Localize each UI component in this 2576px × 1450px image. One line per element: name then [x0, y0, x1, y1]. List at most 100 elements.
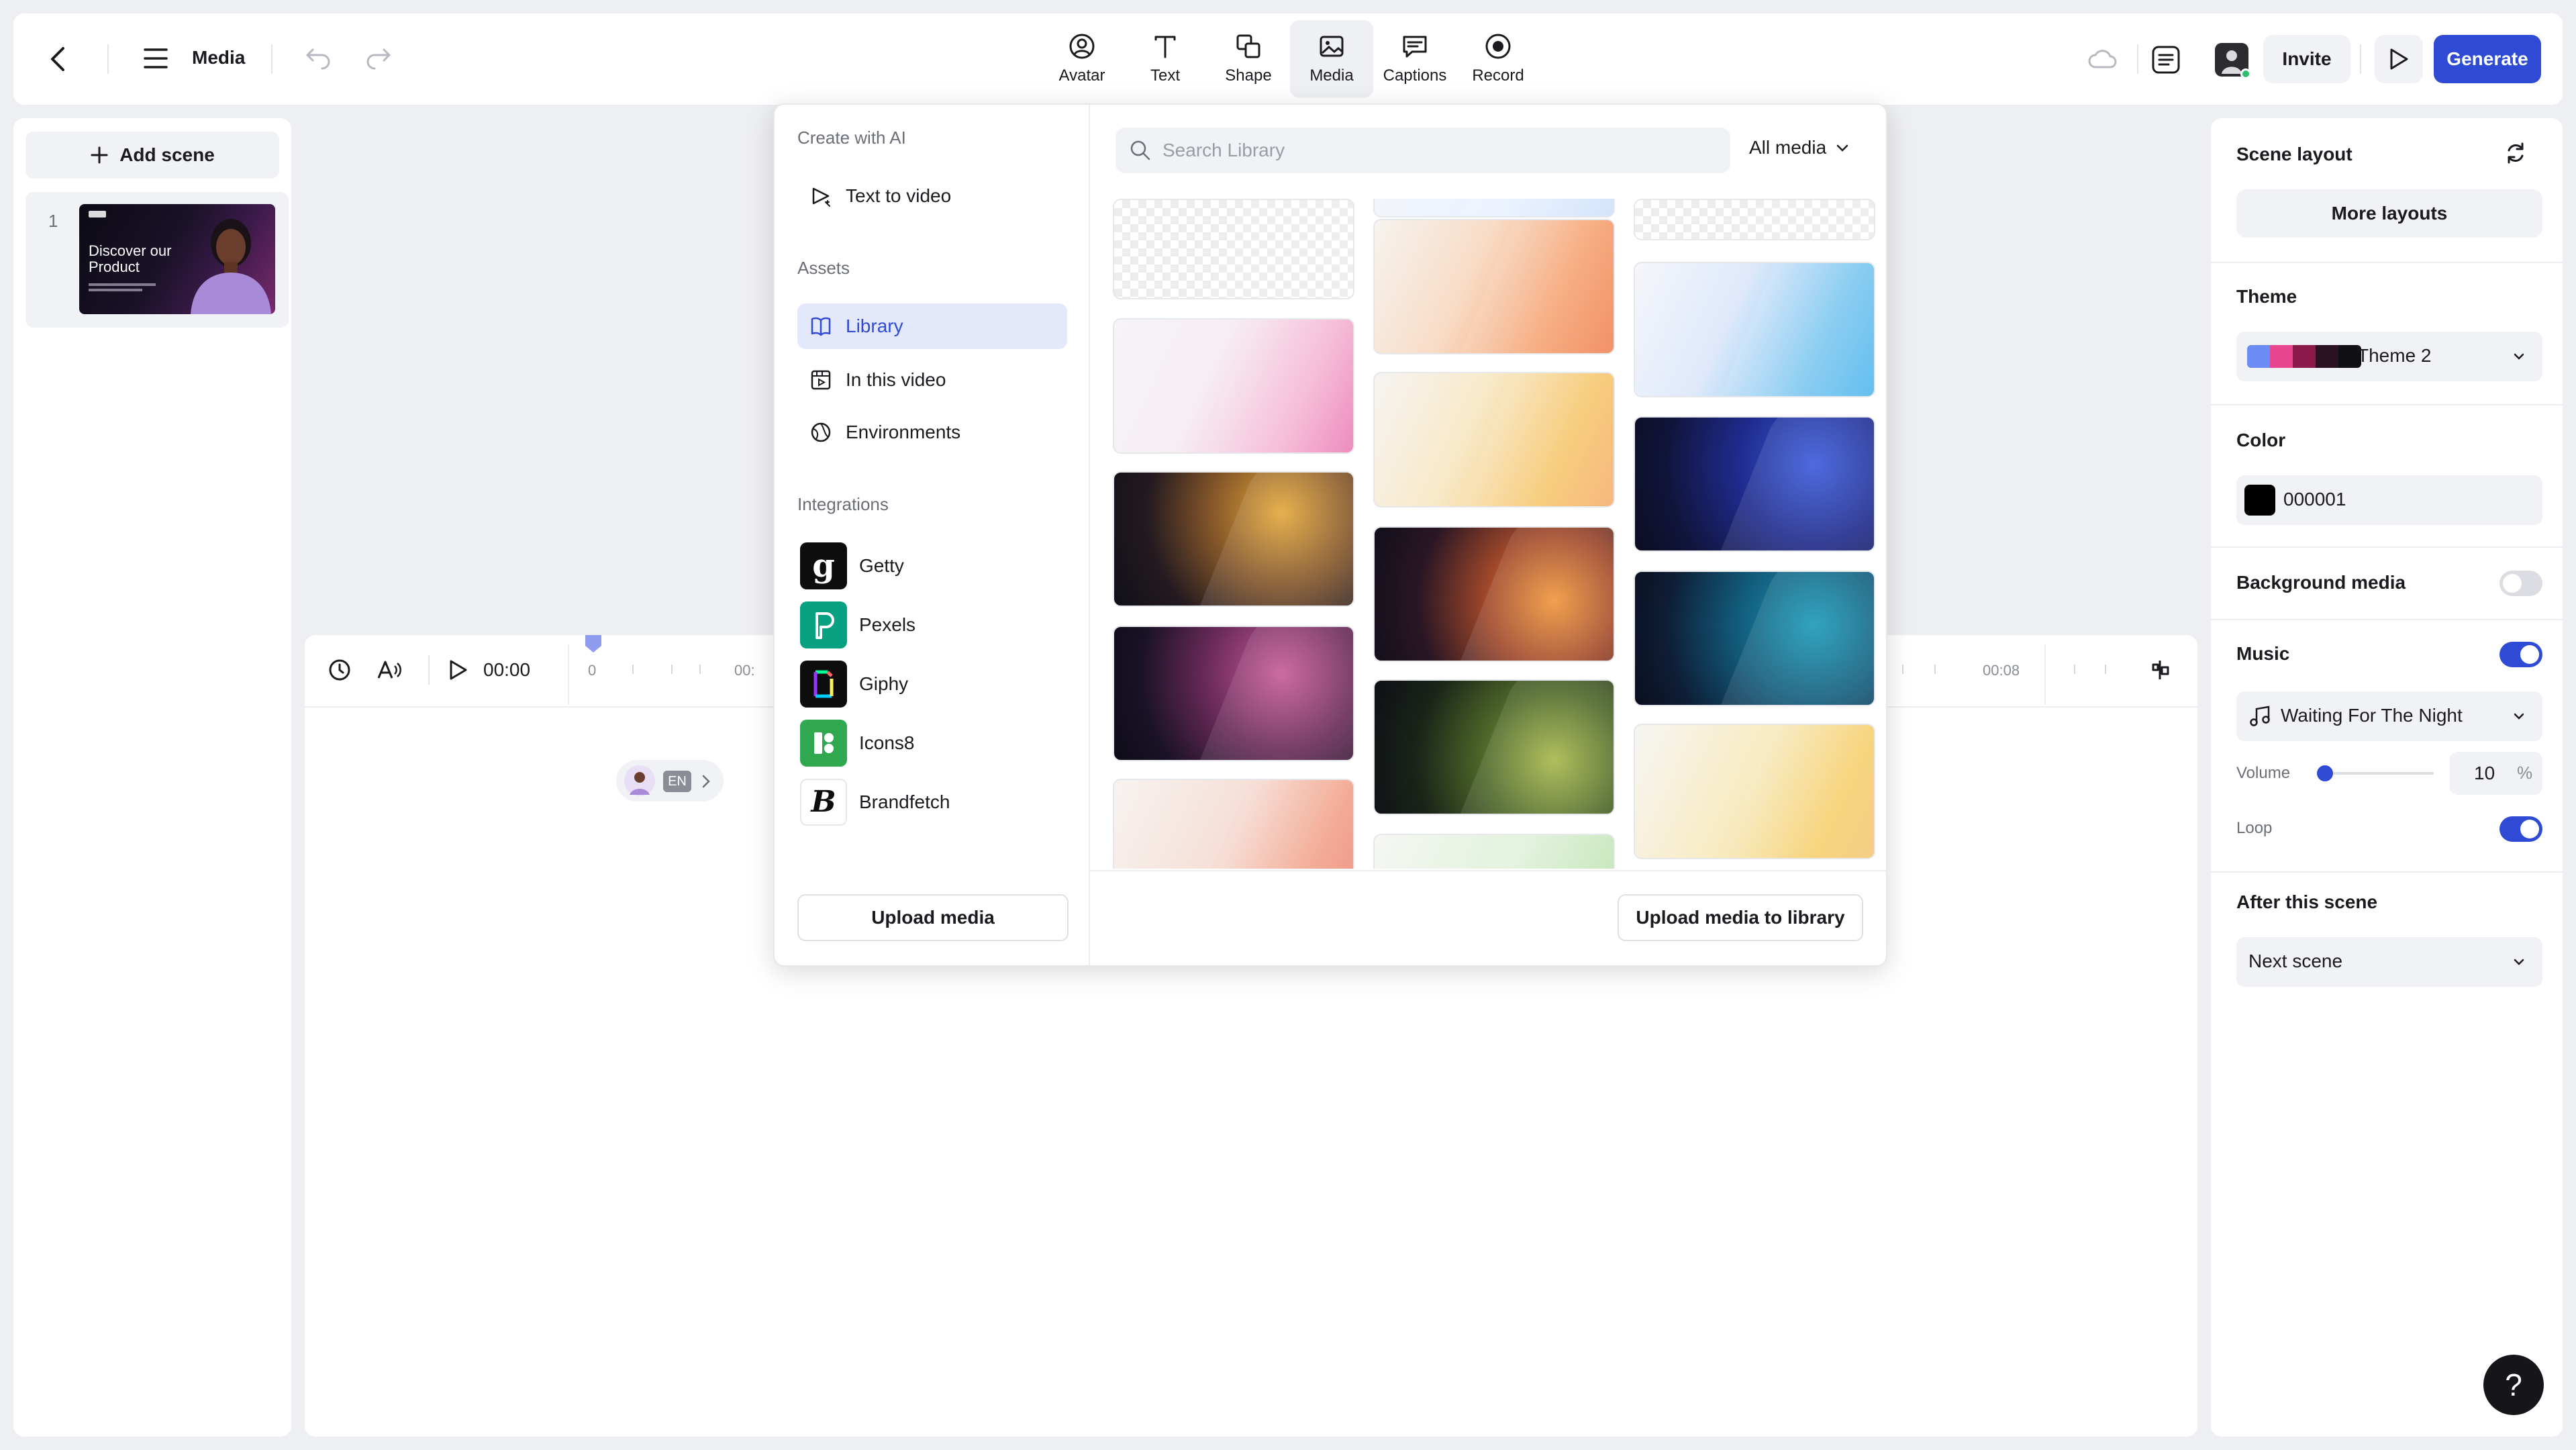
- volume-input[interactable]: 10 %: [2450, 752, 2542, 795]
- media-tile-gradient[interactable]: [1634, 262, 1875, 397]
- volume-label: Volume: [2236, 764, 2291, 782]
- tool-shape[interactable]: Shape: [1207, 20, 1290, 98]
- after-scene-select[interactable]: Next scene: [2236, 937, 2542, 987]
- media-tile-gradient[interactable]: [1373, 372, 1615, 508]
- volume-value: 10: [2474, 763, 2495, 783]
- language-badge: EN: [663, 771, 691, 792]
- music-track-select[interactable]: Waiting For The Night: [2236, 691, 2542, 741]
- tool-media[interactable]: Media: [1290, 20, 1373, 98]
- add-scene-button[interactable]: Add scene: [26, 132, 279, 179]
- integration-giphy[interactable]: Giphy: [800, 661, 908, 708]
- integration-icons8[interactable]: Icons8: [800, 720, 915, 767]
- media-tile-gradient[interactable]: [1373, 526, 1615, 662]
- upload-media-button[interactable]: Upload media: [797, 894, 1069, 941]
- chevron-right-icon: [702, 775, 710, 788]
- menu-icon[interactable]: [142, 47, 169, 70]
- tool-text[interactable]: Text: [1124, 20, 1207, 98]
- upload-to-library-button[interactable]: Upload media to library: [1618, 894, 1863, 941]
- color-input[interactable]: 000001: [2236, 475, 2542, 525]
- more-layouts-button[interactable]: More layouts: [2236, 189, 2542, 238]
- loop-toggle[interactable]: [2499, 816, 2542, 842]
- redo-icon[interactable]: [365, 46, 392, 70]
- create-ai-section-label: Create with AI: [797, 128, 906, 148]
- media-tile-gradient[interactable]: [1373, 834, 1615, 869]
- dropdown-divider: [1089, 105, 1090, 965]
- media-tile-gradient[interactable]: [1634, 571, 1875, 706]
- pexels-label: Pexels: [859, 614, 916, 635]
- loop-label: Loop: [2236, 819, 2273, 837]
- tool-label: Media: [1309, 66, 1354, 85]
- assets-environments-item[interactable]: Environments: [797, 409, 1067, 455]
- playhead-handle[interactable]: [584, 634, 603, 654]
- assets-library-item[interactable]: Library: [797, 303, 1067, 349]
- tick: [671, 665, 673, 674]
- chevron-down-icon: [1836, 144, 1848, 152]
- media-tile-gradient[interactable]: [1373, 679, 1615, 815]
- film-icon: [811, 370, 831, 390]
- divider: [2360, 44, 2361, 74]
- media-filter-dropdown[interactable]: All media: [1749, 137, 1849, 158]
- text-to-video-item[interactable]: Text to video: [797, 173, 1067, 219]
- integration-pexels[interactable]: Pexels: [800, 601, 915, 648]
- theme-select[interactable]: Theme 2: [2236, 332, 2542, 381]
- cloud-sync-icon: [2087, 46, 2117, 72]
- media-tile-gradient[interactable]: [1373, 199, 1615, 218]
- theme-label: Theme: [2236, 286, 2297, 307]
- preview-play-button[interactable]: [2375, 35, 2423, 83]
- integration-getty[interactable]: g Getty: [800, 542, 904, 589]
- record-icon: [1485, 34, 1511, 59]
- media-tile-gradient[interactable]: [1113, 471, 1354, 607]
- globe-icon: [811, 422, 831, 442]
- swatch: [2247, 345, 2270, 368]
- media-tile-gradient[interactable]: [1373, 219, 1615, 354]
- notes-icon[interactable]: [2150, 44, 2181, 75]
- divider: [2211, 871, 2563, 873]
- user-avatar[interactable]: [2215, 43, 2251, 79]
- split-icon[interactable]: [2148, 658, 2172, 682]
- divider: [2044, 644, 2046, 705]
- voice-icon[interactable]: [376, 658, 403, 682]
- search-icon: [1130, 140, 1150, 160]
- icons8-logo-icon: [800, 720, 847, 767]
- media-tile-gradient[interactable]: [1113, 626, 1354, 761]
- background-media-toggle[interactable]: [2499, 571, 2542, 596]
- music-toggle[interactable]: [2499, 642, 2542, 667]
- media-tile-gradient[interactable]: [1113, 318, 1354, 454]
- clock-icon[interactable]: [328, 658, 352, 682]
- tick: [2074, 665, 2075, 674]
- scene-thumbnail[interactable]: Discover our Product: [79, 204, 275, 314]
- help-button[interactable]: ?: [2483, 1355, 2544, 1415]
- assets-in-video-item[interactable]: In this video: [797, 357, 1067, 403]
- tool-label: Shape: [1225, 66, 1272, 85]
- search-input[interactable]: Search Library: [1116, 128, 1730, 173]
- media-tile-gradient[interactable]: [1634, 416, 1875, 552]
- tool-record[interactable]: Record: [1456, 20, 1540, 98]
- back-icon[interactable]: [46, 43, 72, 75]
- thumb-logo: [89, 211, 106, 218]
- invite-button[interactable]: Invite: [2263, 35, 2350, 83]
- media-tile-transparent[interactable]: [1634, 199, 1875, 240]
- media-tile-transparent[interactable]: [1113, 199, 1354, 299]
- assets-section-label: Assets: [797, 258, 850, 278]
- refresh-layout-icon[interactable]: [2504, 141, 2528, 165]
- media-tile-gradient[interactable]: [1113, 779, 1354, 869]
- avatar-language-chip[interactable]: EN: [616, 760, 724, 802]
- add-scene-label: Add scene: [119, 144, 215, 165]
- swatch: [2293, 345, 2316, 368]
- volume-slider-thumb[interactable]: [2317, 765, 2333, 781]
- media-library-grid: [1111, 199, 1877, 869]
- undo-icon[interactable]: [305, 46, 332, 70]
- timeline-play-icon[interactable]: [448, 659, 468, 681]
- color-swatch[interactable]: [2244, 485, 2275, 516]
- environments-label: Environments: [846, 422, 961, 442]
- generate-button[interactable]: Generate: [2434, 35, 2541, 83]
- integration-brandfetch[interactable]: B Brandfetch: [800, 779, 950, 826]
- play-icon: [2390, 48, 2408, 70]
- divider: [2211, 404, 2563, 405]
- volume-slider-track[interactable]: [2320, 772, 2434, 775]
- library-label: Library: [846, 316, 903, 336]
- media-tile-gradient[interactable]: [1634, 724, 1875, 859]
- tool-avatar[interactable]: Avatar: [1040, 20, 1124, 98]
- tool-captions[interactable]: Captions: [1373, 20, 1456, 98]
- tick: [1902, 665, 1903, 674]
